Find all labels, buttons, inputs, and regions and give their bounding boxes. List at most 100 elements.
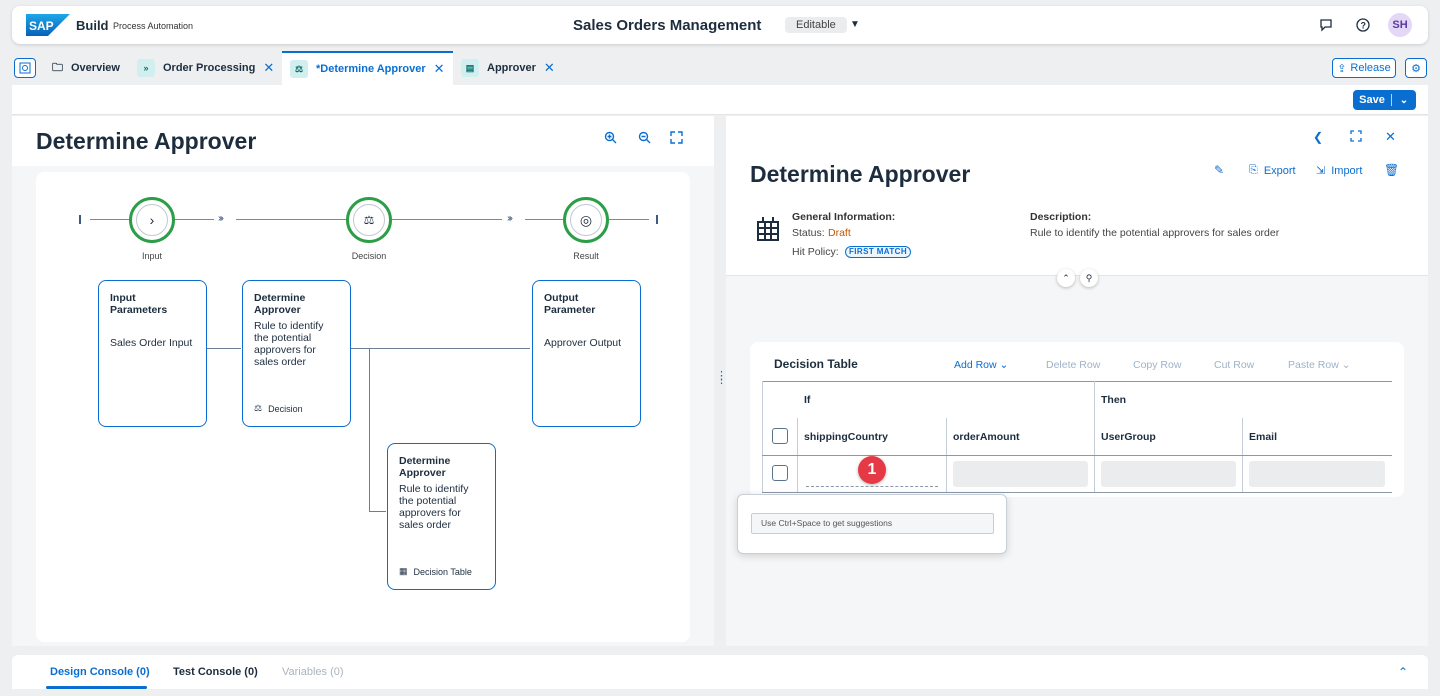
copy-row-button[interactable]: Copy Row (1133, 359, 1181, 371)
chevron-down-icon: ⌄ (1341, 359, 1351, 371)
close-icon[interactable]: ✕ (263, 60, 274, 76)
chevron-down-icon[interactable]: ⌄ (1392, 95, 1416, 106)
column-header[interactable]: UserGroup (1101, 431, 1156, 443)
zoom-in-icon[interactable] (604, 131, 617, 147)
zoom-out-icon[interactable] (638, 131, 651, 147)
close-icon[interactable]: ✕ (544, 60, 555, 76)
edit-icon[interactable]: ✎ (1214, 163, 1224, 177)
flow-arrow-icon: ››› (507, 213, 513, 224)
form-icon: ▤ (461, 59, 479, 77)
export-label: Export (1263, 164, 1296, 177)
add-row-button[interactable]: Add Row ⌄ (954, 359, 1008, 371)
card-title: Determine Approver (254, 292, 306, 316)
feedback-icon[interactable] (1318, 17, 1334, 33)
step-marker: 1 (858, 456, 886, 484)
decision-card[interactable]: Determine Approver Rule to identify the … (242, 280, 351, 427)
tab-overview[interactable]: 🗀 Overview (52, 51, 120, 85)
import-button[interactable]: ⇲ Import (1316, 164, 1363, 178)
header-divider (762, 455, 1392, 456)
input-node[interactable]: › (129, 197, 175, 243)
import-label: Import (1331, 164, 1363, 177)
close-icon[interactable]: ✕ (434, 61, 445, 77)
user-group-cell[interactable] (1101, 461, 1236, 487)
flow-arrow-icon: ››› (218, 213, 224, 224)
decision-node[interactable]: ⚖ (346, 197, 392, 243)
pin-header-button[interactable]: ⚲ (1080, 269, 1098, 287)
order-amount-cell[interactable] (953, 461, 1088, 487)
cut-row-button[interactable]: Cut Row (1214, 359, 1254, 371)
user-avatar[interactable]: SH (1388, 13, 1412, 37)
tab-determine-approver[interactable]: ⚖ *Determine Approver ✕ (282, 51, 453, 85)
table-border (762, 381, 763, 493)
flow-line (174, 219, 214, 220)
table-border (762, 381, 1392, 382)
select-all-checkbox[interactable] (772, 428, 788, 444)
chevron-up-icon[interactable]: ⌃ (1398, 665, 1408, 679)
object-search-button[interactable] (14, 58, 36, 78)
sap-logo[interactable]: SAP (26, 14, 70, 36)
decision-icon: ⚖ (254, 403, 263, 413)
release-button[interactable]: ⇪ Release (1332, 58, 1396, 78)
card-body: Rule to identify the potential approvers… (254, 320, 324, 368)
row-divider (762, 492, 1392, 493)
flow-line (392, 219, 502, 220)
card-body: Sales Order Input (110, 337, 193, 349)
tab-label: Order Processing (163, 62, 256, 74)
flow-end-marker (656, 215, 658, 224)
status-badge[interactable]: Editable (785, 17, 847, 33)
diagram-title: Determine Approver (36, 128, 257, 154)
output-parameter-card[interactable]: Output Parameter Approver Output (532, 280, 641, 427)
collapse-header-button[interactable]: ⌃ (1057, 269, 1075, 287)
close-icon[interactable]: ✕ (1385, 129, 1396, 145)
status-dropdown-icon[interactable]: ▼ (850, 19, 860, 30)
row-checkbox[interactable] (772, 465, 788, 481)
delete-icon[interactable]: 🗑 (1384, 163, 1399, 177)
resize-handle[interactable]: ⋮ ⋮ (716, 371, 727, 386)
upload-icon: ⇪ (1337, 62, 1347, 75)
flow-start-marker (79, 215, 81, 224)
chevron-left-icon[interactable]: ❮ (1313, 130, 1323, 144)
shipping-country-cell[interactable] (806, 486, 938, 487)
node-label-result: Result (573, 251, 599, 261)
release-label: Release (1350, 62, 1391, 74)
save-button[interactable]: Save ⌄ (1353, 90, 1416, 110)
tab-order-processing[interactable]: » Order Processing ✕ (137, 51, 274, 85)
column-header[interactable]: Email (1249, 431, 1277, 443)
export-button[interactable]: ⎘ Export (1249, 164, 1296, 177)
process-icon: » (137, 59, 155, 77)
email-cell[interactable] (1249, 461, 1385, 487)
folder-icon: 🗀 (52, 61, 63, 74)
chevron-right-icon: › (136, 204, 168, 236)
column-header[interactable]: shippingCountry (804, 431, 888, 443)
decision-icon: ⚖ (290, 60, 308, 78)
flow-line (609, 219, 649, 220)
fit-screen-icon[interactable] (670, 131, 683, 147)
settings-button[interactable]: ⚙ (1405, 58, 1427, 78)
tab-approver[interactable]: ▤ Approver ✕ (461, 51, 555, 85)
description-label: Description: (1030, 211, 1092, 223)
expression-input[interactable]: Use Ctrl+Space to get suggestions (751, 513, 994, 534)
tab-label: Approver (487, 62, 536, 74)
project-title: Sales Orders Management (573, 17, 762, 34)
decision-table-title: Decision Table (774, 357, 858, 371)
add-row-label: Add Row (954, 359, 997, 371)
flow-line (90, 219, 130, 220)
delete-row-button[interactable]: Delete Row (1046, 359, 1100, 371)
help-icon[interactable]: ? (1355, 17, 1371, 33)
hit-policy-label: Hit Policy: (792, 246, 839, 258)
fullscreen-icon[interactable] (1350, 130, 1362, 145)
save-label: Save (1359, 94, 1385, 106)
card-type-label: Decision (268, 403, 303, 414)
tab-design-console[interactable]: Design Console (0) (50, 666, 150, 678)
tab-variables[interactable]: Variables (0) (282, 666, 344, 678)
node-label-decision: Decision (351, 251, 387, 261)
paste-row-button[interactable]: Paste Row ⌄ (1288, 359, 1351, 371)
target-icon: ◎ (570, 204, 602, 236)
decision-table-card[interactable]: Determine Approver Rule to identify the … (387, 443, 496, 590)
result-node[interactable]: ◎ (563, 197, 609, 243)
column-header[interactable]: orderAmount (953, 431, 1020, 443)
input-parameters-card[interactable]: Input Parameters Sales Order Input (98, 280, 207, 427)
flow-line (236, 219, 347, 220)
general-info-label: General Information: (792, 211, 896, 223)
tab-test-console[interactable]: Test Console (0) (173, 666, 258, 678)
